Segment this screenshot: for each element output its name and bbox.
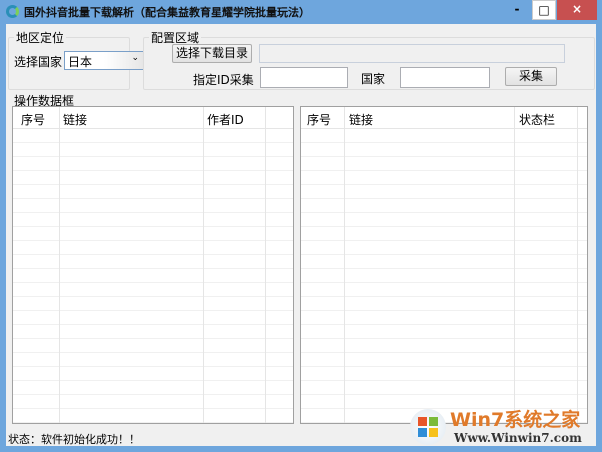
list-rows <box>13 129 293 423</box>
watermark-brand: Win7系统之家 <box>450 409 581 431</box>
config-country-label: 国家 <box>361 72 386 86</box>
column-header-status[interactable]: 状态栏 <box>519 111 555 128</box>
list-header: 序号 链接 作者ID <box>13 107 293 129</box>
country-select-label: 选择国家 <box>14 55 63 69</box>
chevron-down-icon: ⌄ <box>131 53 139 63</box>
window-title: 国外抖音批量下载解析（配合集益教育星耀学院批量玩法） <box>24 6 310 19</box>
close-button[interactable]: × <box>557 0 597 20</box>
left-list[interactable]: 序号 链接 作者ID <box>12 106 294 424</box>
download-dir-field[interactable] <box>259 44 565 63</box>
minimize-button[interactable]: - <box>504 0 530 20</box>
column-header-index[interactable]: 序号 <box>307 111 331 128</box>
maximize-button[interactable]: □ <box>532 0 556 20</box>
watermark-logo: Win7系统之家 Www.Winwin7.com <box>410 405 600 450</box>
title-bar: 国外抖音批量下载解析（配合集益教育星耀学院批量玩法） - □ × <box>0 0 602 24</box>
column-header-link[interactable]: 链接 <box>63 111 87 128</box>
choose-download-dir-button[interactable]: 选择下载目录 <box>172 44 252 63</box>
column-header-link[interactable]: 链接 <box>349 111 373 128</box>
column-header-author-id[interactable]: 作者ID <box>207 111 244 128</box>
region-group-label: 地区定位 <box>14 29 67 46</box>
status-text: 状态：软件初始化成功！！ <box>8 433 140 446</box>
windows-logo-icon <box>410 409 446 445</box>
config-country-input[interactable] <box>400 67 490 88</box>
country-select-value: 日本 <box>68 55 93 69</box>
id-input[interactable] <box>260 67 348 88</box>
column-header-index[interactable]: 序号 <box>21 111 45 128</box>
id-collect-label: 指定ID采集 <box>193 73 254 87</box>
country-select[interactable]: 日本 ⌄ <box>64 51 144 70</box>
watermark-url: Www.Winwin7.com <box>454 431 582 445</box>
app-icon <box>6 5 19 18</box>
right-list[interactable]: 序号 链接 状态栏 <box>300 106 588 424</box>
collect-button[interactable]: 采集 <box>505 67 557 86</box>
